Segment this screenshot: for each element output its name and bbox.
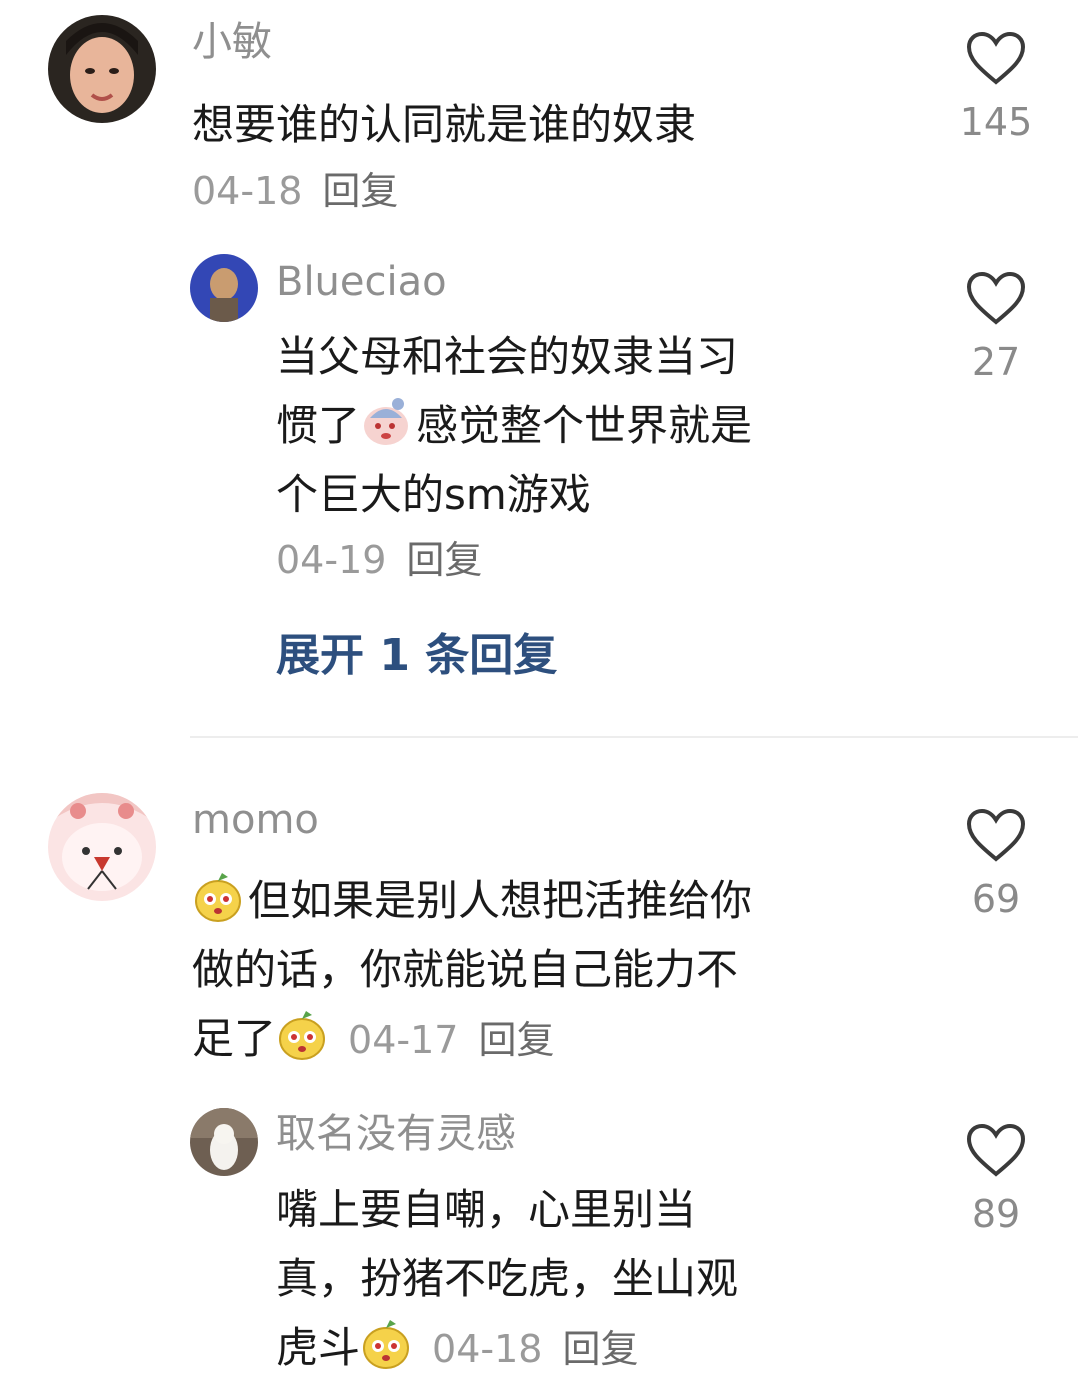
heart-outline-icon: [966, 1123, 1026, 1177]
comment-meta: 04-18 回复: [192, 157, 398, 226]
reply-meta: 04-19 回复: [276, 526, 482, 595]
heart-outline-icon: [966, 31, 1026, 85]
pear-face-emoji: [363, 1320, 410, 1369]
avatar-momo[interactable]: [48, 793, 156, 901]
reply-button[interactable]: 回复: [322, 169, 398, 213]
like-button[interactable]: 89: [956, 1122, 1036, 1236]
like-count: 69: [971, 877, 1021, 921]
avatar-quming[interactable]: [190, 1108, 258, 1176]
like-button[interactable]: 145: [956, 30, 1036, 144]
reply-button[interactable]: 回复: [562, 1327, 638, 1371]
like-count: 145: [959, 100, 1033, 144]
expand-replies-link[interactable]: 展开 1 条回复: [276, 626, 557, 686]
reply-button[interactable]: 回复: [478, 1018, 554, 1062]
avatar-blueciao[interactable]: [190, 254, 258, 322]
comment-text: 想要谁的认同就是谁的奴隶: [192, 100, 697, 149]
avatar-xiaomin[interactable]: [48, 15, 156, 123]
like-button[interactable]: 69: [956, 807, 1036, 921]
distressed-face-emoji: [364, 398, 409, 445]
like-button[interactable]: 27: [956, 270, 1036, 384]
username[interactable]: momo: [192, 796, 319, 844]
heart-outline-icon: [966, 808, 1026, 862]
divider: [190, 736, 1078, 738]
reply-date: 04-19: [276, 538, 387, 582]
reply-text: 当父母和社会的奴隶当习 惯了 感觉整个世界就是 个巨大的sm游戏: [276, 332, 753, 519]
like-count: 27: [971, 340, 1021, 384]
comment-date: 04-18: [192, 169, 303, 213]
pear-face-emoji: [279, 1011, 326, 1060]
reply-text: 嘴上要自嘲，心里别当 真，扮猪不吃虎，坐山观 虎斗 04-18 回复: [276, 1185, 739, 1372]
reply-date: 04-18: [432, 1327, 543, 1371]
heart-outline-icon: [966, 271, 1026, 325]
comment-date: 04-17: [348, 1018, 459, 1062]
username[interactable]: Blueciao: [276, 258, 447, 306]
comment-text: 但如果是别人想把活推给你 做的话，你就能说自己能力不 足了 04-17 回复: [192, 866, 912, 1075]
like-count: 89: [971, 1192, 1021, 1236]
pear-face-emoji: [195, 873, 241, 922]
reply-button[interactable]: 回复: [406, 538, 482, 582]
username[interactable]: 小敏: [192, 18, 272, 66]
username[interactable]: 取名没有灵感: [276, 1110, 516, 1158]
